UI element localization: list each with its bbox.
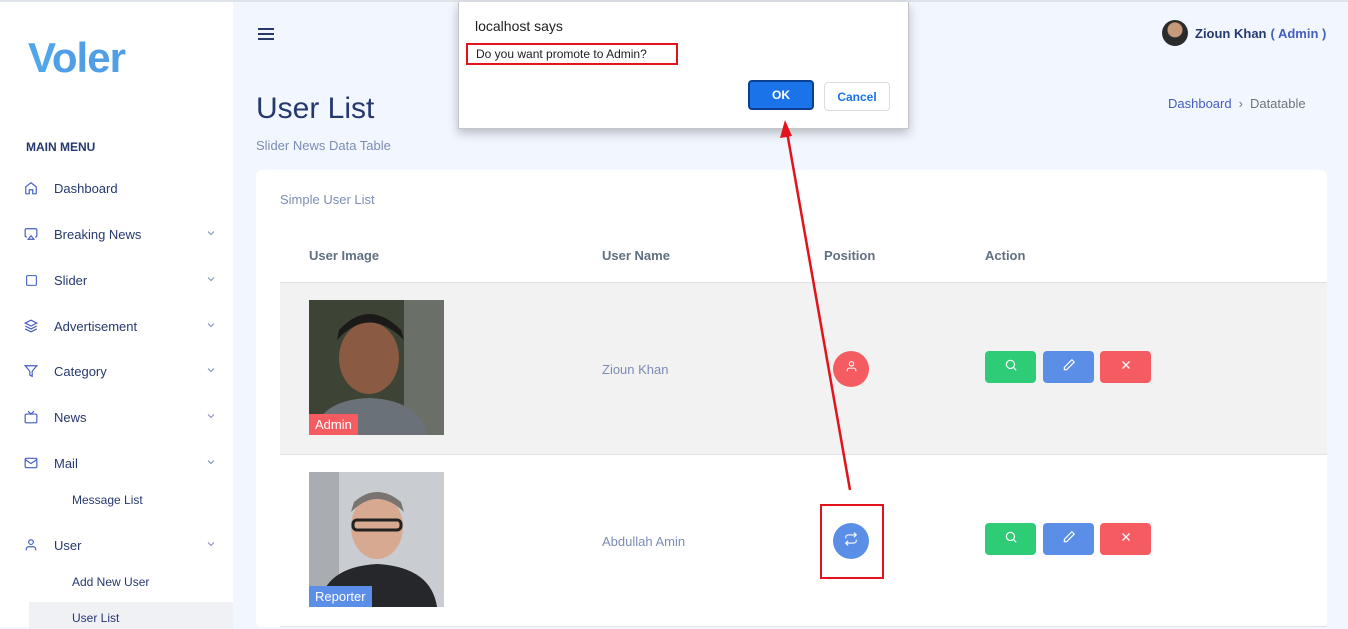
position-button[interactable]	[833, 351, 869, 387]
table-row: Admin Zioun Khan	[280, 283, 1327, 455]
user-name: Zioun Khan	[1195, 25, 1267, 41]
menu-title: MAIN MENU	[26, 140, 96, 154]
user-icon	[845, 360, 858, 378]
ok-button[interactable]: OK	[748, 80, 814, 110]
filter-icon	[20, 360, 42, 382]
chevron-down-icon	[205, 364, 217, 379]
layers-icon	[20, 315, 42, 337]
page-title: User List	[256, 92, 375, 125]
user-role: ( Admin )	[1270, 25, 1327, 41]
user-profile[interactable]: Zioun Khan ( Admin )	[1162, 20, 1326, 46]
role-badge: Reporter	[309, 586, 372, 607]
pencil-icon	[1062, 358, 1076, 377]
close-icon	[1120, 530, 1132, 548]
logo[interactable]: Voler	[28, 34, 126, 82]
sidebar-item-label: Dashboard	[54, 180, 118, 196]
breadcrumb-home[interactable]: Dashboard	[1168, 96, 1232, 111]
close-icon	[1120, 358, 1132, 376]
user-name-cell: Abdullah Amin	[602, 534, 686, 549]
sidebar-item-category[interactable]: Category	[20, 356, 233, 386]
annotation-highlight-box	[820, 504, 884, 579]
pencil-icon	[1062, 530, 1076, 549]
table-row: Reporter Abdullah Amin	[280, 455, 1327, 627]
logo-text: oler	[51, 34, 126, 81]
breadcrumb-current: Datatable	[1249, 96, 1306, 111]
chevron-down-icon	[205, 456, 217, 471]
tv-icon	[20, 406, 42, 428]
sidebar-item-news[interactable]: News	[20, 402, 233, 432]
mail-icon	[20, 452, 42, 474]
logo-v: V	[28, 34, 53, 81]
page-subtitle: Slider News Data Table	[256, 138, 391, 153]
column-header-user-image: User Image	[309, 248, 380, 263]
sidebar-item-label: Advertisement	[54, 318, 138, 334]
confirm-dialog: localhost says Do you want promote to Ad…	[458, 2, 909, 129]
view-button[interactable]	[985, 351, 1036, 383]
sidebar: Voler MAIN MENU Dashboard Breaking News …	[0, 2, 233, 629]
chevron-down-icon	[205, 273, 217, 288]
user-list-card: Simple User List User Image User Name Po…	[256, 170, 1327, 627]
sidebar-item-label: News	[54, 409, 87, 425]
user-icon	[20, 534, 42, 556]
home-icon	[20, 177, 42, 199]
sidebar-item-dashboard[interactable]: Dashboard	[20, 173, 233, 203]
sidebar-item-label: Slider	[54, 272, 88, 288]
chevron-down-icon	[205, 227, 217, 242]
breadcrumb-separator: ›	[1238, 96, 1243, 111]
column-header-user-name: User Name	[602, 248, 670, 263]
chevron-down-icon	[205, 319, 217, 334]
dialog-title: localhost says	[475, 18, 563, 34]
sidebar-item-advertisement[interactable]: Advertisement	[20, 311, 233, 341]
delete-button[interactable]	[1100, 351, 1151, 383]
user-image: Admin	[309, 300, 444, 435]
submenu-active-bg	[29, 602, 233, 629]
card-title: Simple User List	[280, 192, 375, 207]
dialog-message: Do you want promote to Admin?	[466, 43, 678, 65]
sidebar-item-label: Category	[54, 363, 107, 379]
sidebar-item-user[interactable]: User	[20, 530, 233, 560]
submenu-user-list[interactable]: User List	[72, 611, 119, 625]
square-icon	[20, 269, 42, 291]
column-header-action: Action	[985, 248, 1026, 263]
avatar	[1162, 20, 1188, 46]
user-name-cell: Zioun Khan	[602, 362, 669, 377]
submenu-message-list[interactable]: Message List	[72, 493, 143, 507]
breadcrumb: Dashboard › Datatable	[1168, 96, 1306, 111]
column-header-position: Position	[824, 248, 876, 263]
cancel-button[interactable]: Cancel	[824, 82, 890, 111]
sidebar-item-label: Breaking News	[54, 226, 142, 242]
submenu-add-new-user[interactable]: Add New User	[72, 575, 149, 589]
sidebar-item-breaking-news[interactable]: Breaking News	[20, 219, 233, 249]
delete-button[interactable]	[1100, 523, 1151, 555]
sidebar-item-mail[interactable]: Mail	[20, 448, 233, 478]
user-image: Reporter	[309, 472, 444, 607]
edit-button[interactable]	[1043, 523, 1094, 555]
chevron-down-icon	[205, 538, 217, 553]
airplay-icon	[20, 223, 42, 245]
view-button[interactable]	[985, 523, 1036, 555]
hamburger-menu-icon[interactable]	[258, 28, 274, 40]
search-icon	[1004, 358, 1018, 377]
sidebar-item-label: User	[54, 537, 82, 553]
edit-button[interactable]	[1043, 351, 1094, 383]
role-badge: Admin	[309, 414, 358, 435]
search-icon	[1004, 530, 1018, 549]
sidebar-item-label: Mail	[54, 455, 78, 471]
chevron-down-icon	[205, 410, 217, 425]
sidebar-item-slider[interactable]: Slider	[20, 265, 233, 295]
